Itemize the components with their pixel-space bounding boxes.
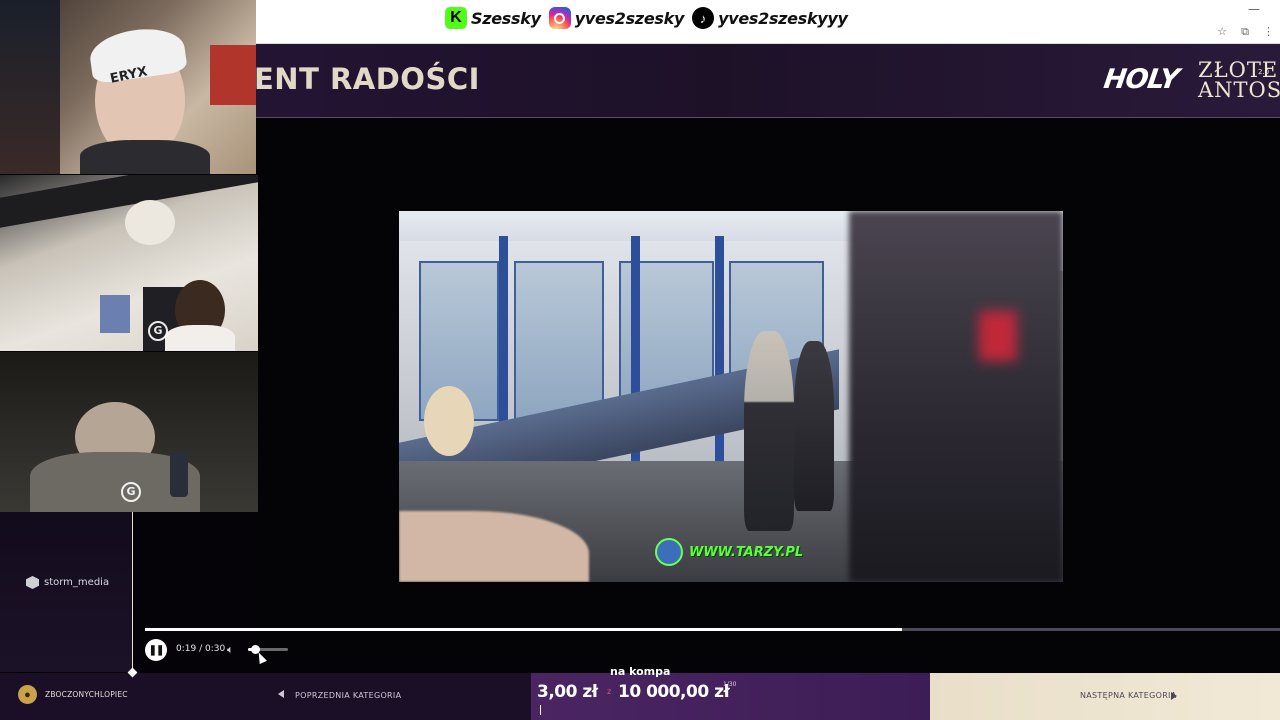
blurred-red-object	[979, 311, 1017, 361]
zlote-antosie-logo: ZŁOTE ANTOSI	[1198, 60, 1280, 102]
sponsor-logo: storm_media	[26, 576, 109, 589]
goal-fraction: 1/30	[723, 681, 737, 688]
blurred-foreground	[849, 211, 1063, 582]
username: ZBOCZONYCHLOPIEC	[45, 690, 128, 699]
minimize-icon[interactable]: —	[1248, 2, 1260, 16]
bookmark-star-icon[interactable]: ☆	[1217, 25, 1227, 39]
logo-line-2: ANTOSI	[1198, 78, 1280, 102]
nominee-video[interactable]: WWW.TARZY.PL	[399, 211, 1063, 582]
person-figure	[744, 331, 794, 531]
tiktok-handle: yves2szeskyyy	[718, 8, 848, 28]
pause-icon: ❚❚	[148, 644, 165, 656]
webcam-streamer-3: G	[0, 352, 258, 512]
logo-version: 2.0	[1258, 68, 1270, 76]
video-progress-fill	[145, 628, 903, 631]
tiktok-icon: ♪	[692, 7, 715, 29]
camera-brand-icon: G	[121, 482, 141, 502]
pause-button[interactable]: ❚❚	[145, 639, 167, 661]
category-title: ENT RADOŚCI	[254, 62, 480, 96]
ceiling-lamp	[125, 200, 175, 245]
webcam-streamer-2: G	[0, 175, 258, 351]
holy-logo: HOLY	[1101, 64, 1181, 95]
goal-target-amount: 10 000,00 zł	[618, 682, 730, 702]
time-display: 0:19 / 0:30	[176, 644, 226, 654]
video-progress-bar[interactable]	[145, 628, 1280, 631]
instagram-handle: yves2szesky	[574, 8, 685, 28]
person-figure	[794, 341, 834, 511]
prev-arrow-icon[interactable]	[278, 690, 284, 698]
instagram-icon	[548, 7, 571, 29]
volume-icon[interactable]: 🔈︎	[227, 643, 234, 657]
video-watermark: WWW.TARZY.PL	[655, 538, 803, 566]
user-badge[interactable]: ● ZBOCZONYCHLOPIEC	[18, 685, 128, 704]
webcam-streamer-1: ERYX	[0, 0, 256, 174]
cam-background-dark	[0, 0, 60, 174]
wall-poster	[210, 45, 256, 105]
streamer-shoulders	[80, 140, 210, 174]
goal-progress-marker	[540, 705, 541, 715]
wall-picture	[100, 295, 130, 333]
social-handles-overlay: K Szessky yves2szesky ♪ yves2szeskyyy	[445, 5, 852, 31]
kick-handle: Szessky	[471, 8, 541, 28]
left-side-panel	[0, 512, 132, 672]
menu-icon[interactable]: ⋮	[1263, 25, 1274, 39]
clerk-figure	[424, 386, 474, 456]
sponsor-label: storm_media	[44, 577, 110, 588]
next-category-button[interactable]: NASTĘPNA KATEGORIA	[1080, 691, 1177, 700]
user-avatar-icon: ●	[18, 685, 37, 704]
browser-toolbar: ☆ ⧉ ⋮	[1217, 25, 1274, 39]
watermark-avatar-icon	[655, 538, 683, 566]
extensions-icon[interactable]: ⧉	[1241, 25, 1249, 39]
presentation-header: ENT RADOŚCI HOLY ZŁOTE ANTOSI 2.0	[254, 44, 1280, 118]
stream-screen: — ☆ ⧉ ⋮ K Szessky yves2szesky ♪ yves2sze…	[0, 0, 1280, 720]
camera-brand-icon: G	[148, 321, 168, 341]
previous-category-button[interactable]: POPRZEDNIA KATEGORIA	[295, 691, 401, 700]
goal-separator: z	[607, 687, 612, 696]
storm-media-icon	[26, 576, 39, 589]
drink-can	[170, 452, 188, 497]
next-arrow-icon[interactable]	[1171, 692, 1177, 700]
ticket-window	[514, 261, 604, 421]
goal-label: na kompa	[610, 665, 671, 678]
watermark-text: WWW.TARZY.PL	[689, 544, 804, 560]
goal-current-amount: 3,00 zł	[537, 682, 598, 702]
streamer-shoulders	[165, 325, 235, 351]
kick-icon: K	[445, 7, 467, 29]
